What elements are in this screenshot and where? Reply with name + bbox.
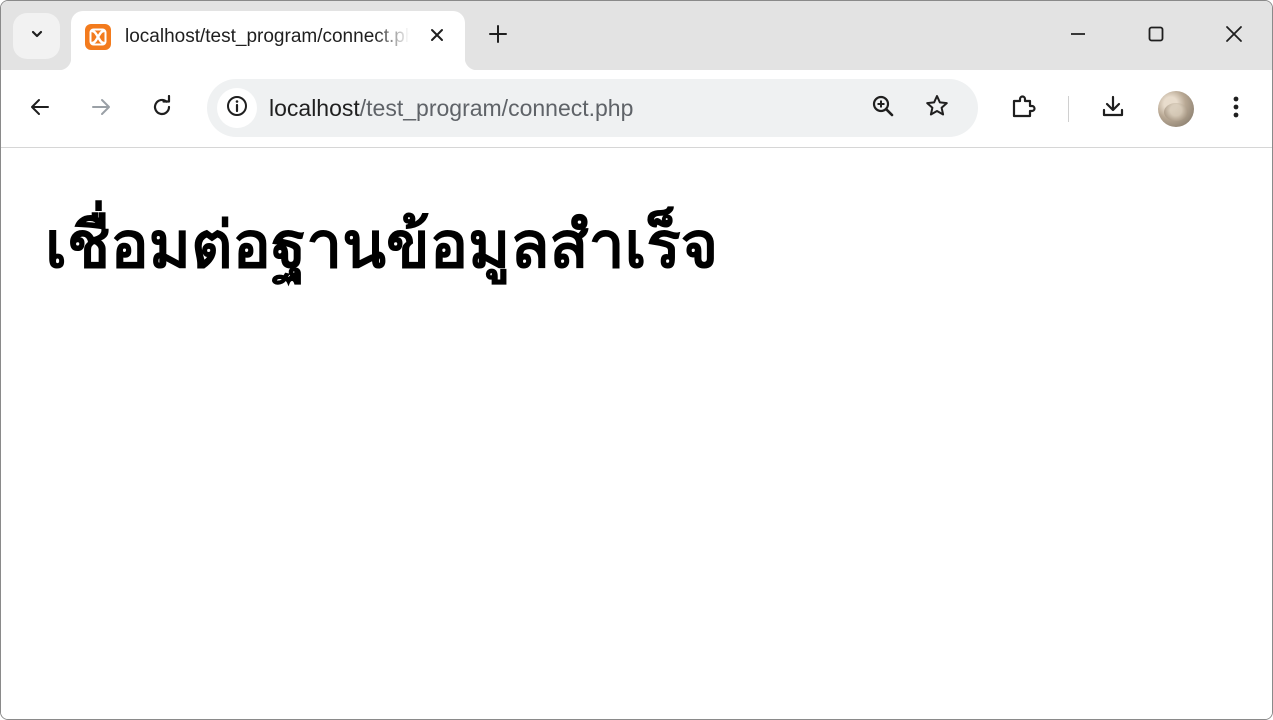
new-tab-icon <box>487 23 509 50</box>
toolbar: localhost/test_program/connect.php <box>1 70 1272 148</box>
zoom-icon <box>870 93 896 124</box>
zoom-button[interactable] <box>863 88 903 128</box>
back-button[interactable] <box>20 89 60 129</box>
forward-button[interactable] <box>81 89 121 129</box>
window-close-icon <box>1224 24 1244 49</box>
download-icon <box>1099 93 1127 126</box>
bookmark-star-icon <box>924 93 950 124</box>
address-bar[interactable]: localhost/test_program/connect.php <box>207 79 978 137</box>
reload-icon <box>150 94 174 124</box>
more-menu-button[interactable] <box>1216 89 1256 129</box>
page-content: เชื่อมต่อฐานข้อมูลสำเร็จ <box>1 149 1272 719</box>
minimize-button[interactable] <box>1051 11 1105 61</box>
forward-icon <box>89 95 113 124</box>
tab-title: localhost/test_program/connect.php <box>125 26 409 47</box>
more-menu-icon <box>1231 93 1241 126</box>
close-icon <box>429 27 445 48</box>
url-host: localhost <box>269 95 360 121</box>
downloads-button[interactable] <box>1093 89 1133 129</box>
reload-button[interactable] <box>142 89 182 129</box>
page-heading: เชื่อมต่อฐานข้อมูลสำเร็จ <box>45 209 719 283</box>
browser-window: localhost/test_program/connect.php local… <box>0 0 1273 720</box>
tab-close-button[interactable] <box>423 23 451 51</box>
extensions-icon <box>1009 93 1037 126</box>
back-icon <box>28 95 52 124</box>
tab-search-button[interactable] <box>13 13 60 59</box>
active-tab[interactable]: localhost/test_program/connect.php <box>59 11 477 70</box>
tab-search-icon <box>29 26 45 47</box>
url-path: /test_program/connect.php <box>359 95 634 121</box>
xampp-icon <box>85 24 111 50</box>
maximize-icon <box>1146 24 1166 49</box>
extensions-button[interactable] <box>1003 89 1043 129</box>
profile-avatar[interactable] <box>1158 91 1194 127</box>
minimize-icon <box>1068 24 1088 49</box>
window-close-button[interactable] <box>1207 11 1261 61</box>
toolbar-separator <box>1068 96 1069 122</box>
bookmark-button[interactable] <box>917 88 957 128</box>
url-text[interactable]: localhost/test_program/connect.php <box>269 95 633 121</box>
tab-strip: localhost/test_program/connect.php <box>1 1 1272 70</box>
new-tab-button[interactable] <box>479 17 517 55</box>
maximize-button[interactable] <box>1129 11 1183 61</box>
site-info-button[interactable] <box>217 88 257 128</box>
info-icon <box>225 94 249 123</box>
